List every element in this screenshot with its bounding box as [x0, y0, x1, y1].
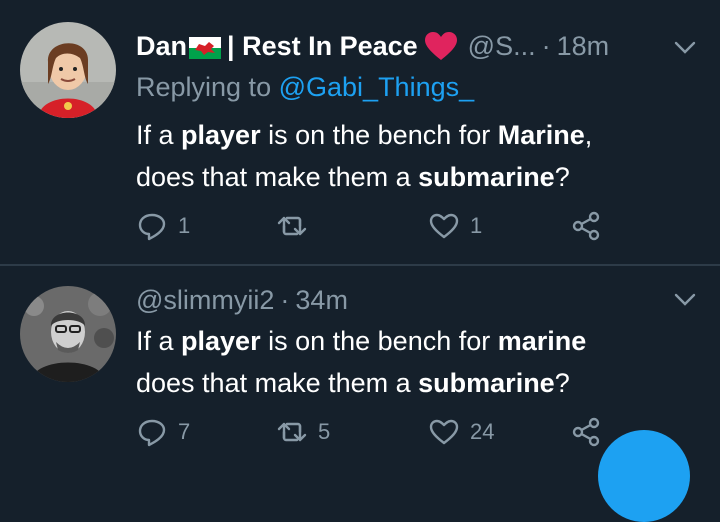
retweet-button[interactable]: 5 — [276, 416, 330, 448]
timestamp[interactable]: 34m — [295, 285, 348, 316]
reply-count: 1 — [178, 213, 191, 238]
like-count: 24 — [470, 419, 495, 444]
reply-icon — [138, 419, 166, 447]
tweet-text: If a player is on the bench for Marine, … — [136, 120, 593, 192]
share-button[interactable] — [570, 416, 602, 448]
replying-to: Replying to @Gabi_Things_ — [136, 72, 475, 102]
avatar[interactable] — [20, 286, 116, 382]
like-button[interactable]: 24 — [428, 416, 494, 448]
reply-button[interactable]: 7 — [136, 416, 190, 448]
like-icon — [429, 419, 459, 445]
wales-flag-icon — [189, 35, 222, 59]
reply-button[interactable]: 1 — [136, 210, 190, 242]
handle[interactable]: @S... — [468, 31, 536, 62]
heart-emoji-icon — [424, 31, 458, 61]
tweet[interactable]: Dan | Rest In Peace @S... · 18m Replying… — [0, 0, 720, 264]
share-icon — [572, 211, 600, 241]
avatar[interactable] — [20, 22, 116, 118]
reply-count: 7 — [178, 419, 191, 444]
retweet-button[interactable] — [276, 210, 318, 242]
compose-tweet-button[interactable] — [598, 430, 690, 522]
divider — [0, 264, 720, 266]
reply-to-handle[interactable]: @Gabi_Things_ — [279, 72, 475, 102]
tweet-header: Dan | Rest In Peace @S... · 18m — [136, 26, 609, 66]
tweet-header: @slimmyii2 · 34m — [136, 280, 348, 320]
chevron-down-icon[interactable] — [672, 286, 698, 312]
display-name[interactable]: Dan | Rest In Peace — [136, 31, 464, 62]
retweet-icon — [277, 422, 307, 442]
chevron-down-icon[interactable] — [672, 34, 698, 60]
share-button[interactable] — [570, 210, 602, 242]
separator-dot: · — [280, 284, 290, 315]
separator-dot: · — [541, 30, 551, 61]
retweet-count: 5 — [318, 419, 331, 444]
tweet-actions: 1 1 — [0, 210, 720, 250]
retweet-icon — [277, 216, 307, 236]
timestamp[interactable]: 18m — [557, 31, 610, 62]
like-count: 1 — [470, 213, 483, 238]
tweet-text: If a player is on the bench for marine d… — [136, 326, 587, 398]
like-button[interactable]: 1 — [428, 210, 482, 242]
share-icon — [572, 417, 600, 447]
like-icon — [429, 213, 459, 239]
reply-icon — [138, 213, 166, 241]
handle[interactable]: @slimmyii2 — [136, 285, 274, 316]
